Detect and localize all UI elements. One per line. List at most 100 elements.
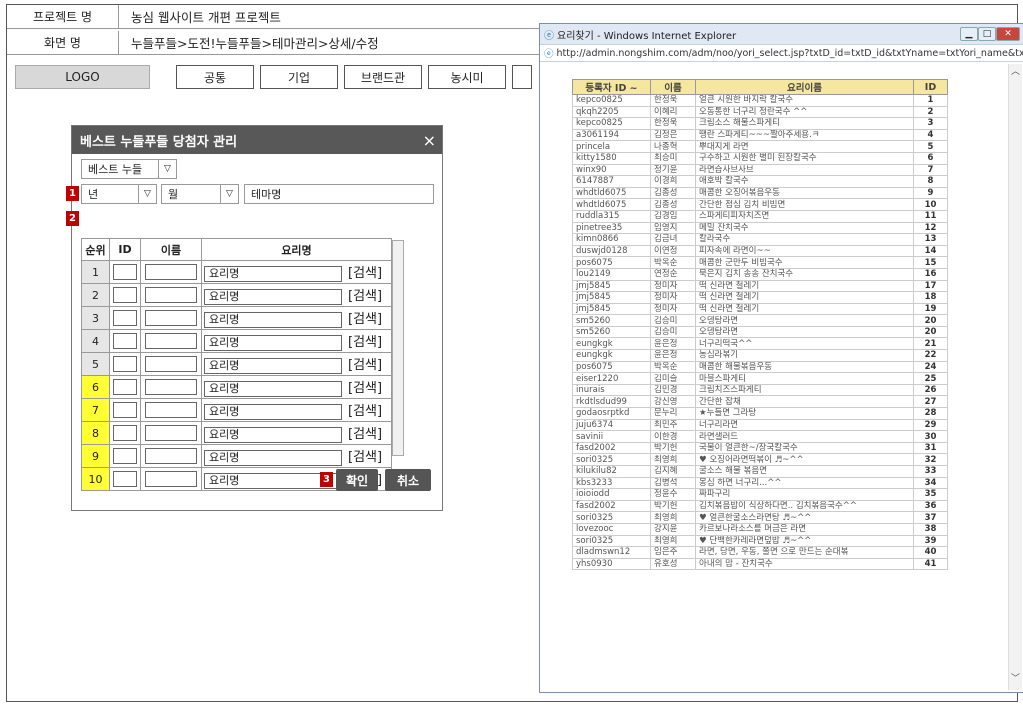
recipe-input[interactable]: 요리명: [204, 266, 342, 282]
name-input[interactable]: [145, 356, 197, 372]
dish-name-cell[interactable]: 구수하고 시원한 별미 된장칼국수: [695, 151, 914, 165]
list-item[interactable]: sori0325 최영희 ♥ 오징어라면떡볶이 ♬~^^ 32: [572, 453, 948, 466]
dish-name-cell[interactable]: 농심라볶기: [695, 349, 914, 362]
nav-nongsimi[interactable]: 농시미: [428, 65, 506, 89]
list-item[interactable]: pos6075 박옥순 매콤한 군만두 비빔국수 15: [572, 256, 948, 269]
dish-name-cell[interactable]: 피자속에 라면이~~: [695, 244, 914, 258]
name-input[interactable]: [145, 471, 197, 487]
recipe-input[interactable]: 요리명: [204, 312, 342, 328]
recipe-input[interactable]: 요리명: [204, 427, 342, 443]
name-input[interactable]: [145, 310, 197, 326]
dish-name-cell[interactable]: 매콤한 해물볶음우동: [695, 360, 914, 374]
id-input[interactable]: [113, 471, 137, 487]
search-link[interactable]: [검색]: [348, 427, 382, 442]
list-item[interactable]: kepco0825 한정욱 얼큰 시원한 바지락 칼국수 1: [572, 94, 948, 107]
ie-scrollbar[interactable]: ︿ ﹀: [1008, 64, 1022, 690]
dish-name-cell[interactable]: 라면샐러드: [695, 430, 914, 443]
dish-name-cell[interactable]: 카르보나라소스를 머금은 라면: [695, 522, 914, 536]
dish-name-cell[interactable]: 너구리라면: [695, 418, 914, 432]
list-item[interactable]: sm5260 김승미 오뎅탕라면 20: [572, 325, 948, 339]
list-item[interactable]: ruddla315 김경임 스파게티피자치즈면 11: [572, 209, 948, 223]
search-link[interactable]: [검색]: [348, 312, 382, 327]
recipe-input[interactable]: 요리명: [204, 450, 342, 466]
col-user-id[interactable]: 등록자 ID ~: [572, 79, 651, 95]
year-select[interactable]: 년 ▽: [81, 184, 157, 204]
list-item[interactable]: savinii 이한경 라면샐러드 30: [572, 430, 948, 443]
list-item[interactable]: qkqh2205 이혜리 오동통한 너구리 정란국수 ^^ 2: [572, 105, 948, 119]
id-input[interactable]: [113, 402, 137, 418]
search-link[interactable]: [검색]: [348, 450, 382, 465]
id-input[interactable]: [113, 333, 137, 349]
cancel-button[interactable]: 취소: [385, 469, 431, 491]
search-link[interactable]: [검색]: [348, 289, 382, 304]
dish-name-cell[interactable]: 스파게티피자치즈면: [695, 209, 914, 223]
dish-name-cell[interactable]: 떡 신라면 철레기: [695, 279, 914, 293]
name-input[interactable]: [145, 425, 197, 441]
dish-name-cell[interactable]: 몽심 하면 너구리...^^: [695, 476, 914, 490]
scroll-up-icon[interactable]: ︿: [1009, 64, 1022, 77]
list-item[interactable]: kilukilu82 김지혜 굴소스 해물 볶음면 33: [572, 465, 948, 478]
dish-name-cell[interactable]: 라면, 당면, 우동, 쫄면 으로 만드는 순대볶: [695, 546, 914, 559]
id-input[interactable]: [113, 356, 137, 372]
theme-input[interactable]: 테마명: [244, 184, 434, 204]
recipe-input[interactable]: 요리명: [204, 358, 342, 374]
dish-name-cell[interactable]: 애호박 칼국수: [695, 175, 914, 188]
search-link[interactable]: [검색]: [348, 266, 382, 281]
dish-name-cell[interactable]: 떡 신라면 철레기: [695, 302, 914, 316]
nav-corporate[interactable]: 기업: [260, 65, 338, 89]
search-link[interactable]: [검색]: [348, 335, 382, 350]
dish-name-cell[interactable]: 매콤한 군만두 비빔국수: [695, 256, 914, 269]
close-icon[interactable]: ×: [423, 131, 436, 150]
id-input[interactable]: [113, 448, 137, 464]
dish-name-cell[interactable]: 국물이 얼큰한~/장국칼국수: [695, 441, 914, 455]
dish-name-cell[interactable]: ♥ 오징어라면떡볶이 ♬~^^: [695, 453, 914, 466]
dish-name-cell[interactable]: 묵은지 김치 송송 잔치국수: [695, 267, 914, 281]
id-input[interactable]: [113, 379, 137, 395]
scroll-down-icon[interactable]: ﹀: [1009, 671, 1022, 684]
dish-name-cell[interactable]: 간단한 점심 김치 비빔면: [695, 198, 914, 211]
name-input[interactable]: [145, 402, 197, 418]
close-icon[interactable]: ✕: [996, 27, 1020, 41]
id-input[interactable]: [113, 425, 137, 441]
dish-name-cell[interactable]: 마블스파게티: [695, 372, 914, 385]
list-item[interactable]: sm5260 김승미 오뎅탕라면 20: [572, 314, 948, 327]
search-link[interactable]: [검색]: [348, 358, 382, 373]
dish-name-cell[interactable]: 크림소스 해물스파게티: [695, 117, 914, 130]
nav-brand[interactable]: 브랜드관: [344, 65, 422, 89]
name-input[interactable]: [145, 448, 197, 464]
id-input[interactable]: [113, 264, 137, 280]
name-input[interactable]: [145, 379, 197, 395]
list-item[interactable]: winx90 정기윤 라면습사브사브 7: [572, 163, 948, 177]
list-item[interactable]: kbs3233 김병석 몽심 하면 너구리...^^ 34: [572, 476, 948, 490]
list-item[interactable]: eungkgk 윤은정 농심라볶기 22: [572, 349, 948, 362]
maximize-icon[interactable]: □: [978, 27, 996, 41]
list-item[interactable]: rkdtlsdud99 강신영 간단한 잡채 27: [572, 395, 948, 409]
list-item[interactable]: yhs0930 유호성 아내의 맘 - 잔치국수 41: [572, 557, 948, 571]
dish-name-cell[interactable]: 아내의 맘 - 잔치국수: [695, 557, 914, 571]
id-input[interactable]: [113, 310, 137, 326]
dish-name-cell[interactable]: 짜파구리: [695, 488, 914, 501]
dish-name-cell[interactable]: 크림치즈스파게티: [695, 383, 914, 397]
list-item[interactable]: whdtld6075 김종성 간단한 점심 김치 비빔면 10: [572, 198, 948, 211]
dish-name-cell[interactable]: ★누들면 그라탕: [695, 407, 914, 420]
dish-name-cell[interactable]: 칼라국수: [695, 233, 914, 246]
id-input[interactable]: [113, 287, 137, 303]
dish-name-cell[interactable]: 간단한 잡채: [695, 395, 914, 409]
list-item[interactable]: jmj5845 정미자 떡 신라면 철레기 17: [572, 279, 948, 293]
minimize-icon[interactable]: ▁: [960, 27, 978, 41]
list-item[interactable]: pos6075 박옥순 매콤한 해물볶음우동 24: [572, 360, 948, 374]
search-link[interactable]: [검색]: [348, 404, 382, 419]
name-input[interactable]: [145, 287, 197, 303]
dish-name-cell[interactable]: 오뎅탕라면: [695, 325, 914, 339]
table-scrollbar[interactable]: [392, 240, 404, 456]
list-item[interactable]: fasd2002 박기헌 김치볶음밥이 식상하다면.. 김치볶음국수^^ 36: [572, 499, 948, 513]
list-item[interactable]: 6147887 이경희 애호박 칼국수 8: [572, 175, 948, 188]
list-item[interactable]: kepco0825 한정욱 크림소스 해물스파게티 3: [572, 117, 948, 130]
recipe-input[interactable]: 요리명: [204, 335, 342, 351]
list-item[interactable]: jmj5845 정미자 떡 신라면 철레기 18: [572, 291, 948, 304]
list-item[interactable]: whdtld6075 김종성 매콤한 오징어볶음우동 9: [572, 186, 948, 200]
dish-name-cell[interactable]: 너구리떡국^^: [695, 337, 914, 351]
list-item[interactable]: fasd2002 박기헌 국물이 얼큰한~/장국칼국수 31: [572, 441, 948, 455]
list-item[interactable]: lovezooc 강지윤 카르보나라소스를 머금은 라면 38: [572, 522, 948, 536]
list-item[interactable]: pinetree35 임영지 메밀 잔치국수 12: [572, 221, 948, 235]
